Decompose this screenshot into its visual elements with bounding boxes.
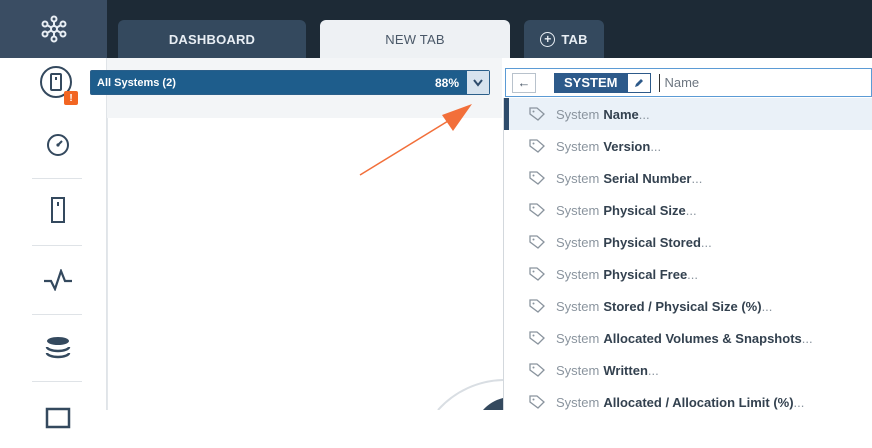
annotation-arrow <box>359 104 472 176</box>
monitor-icon <box>45 407 71 429</box>
